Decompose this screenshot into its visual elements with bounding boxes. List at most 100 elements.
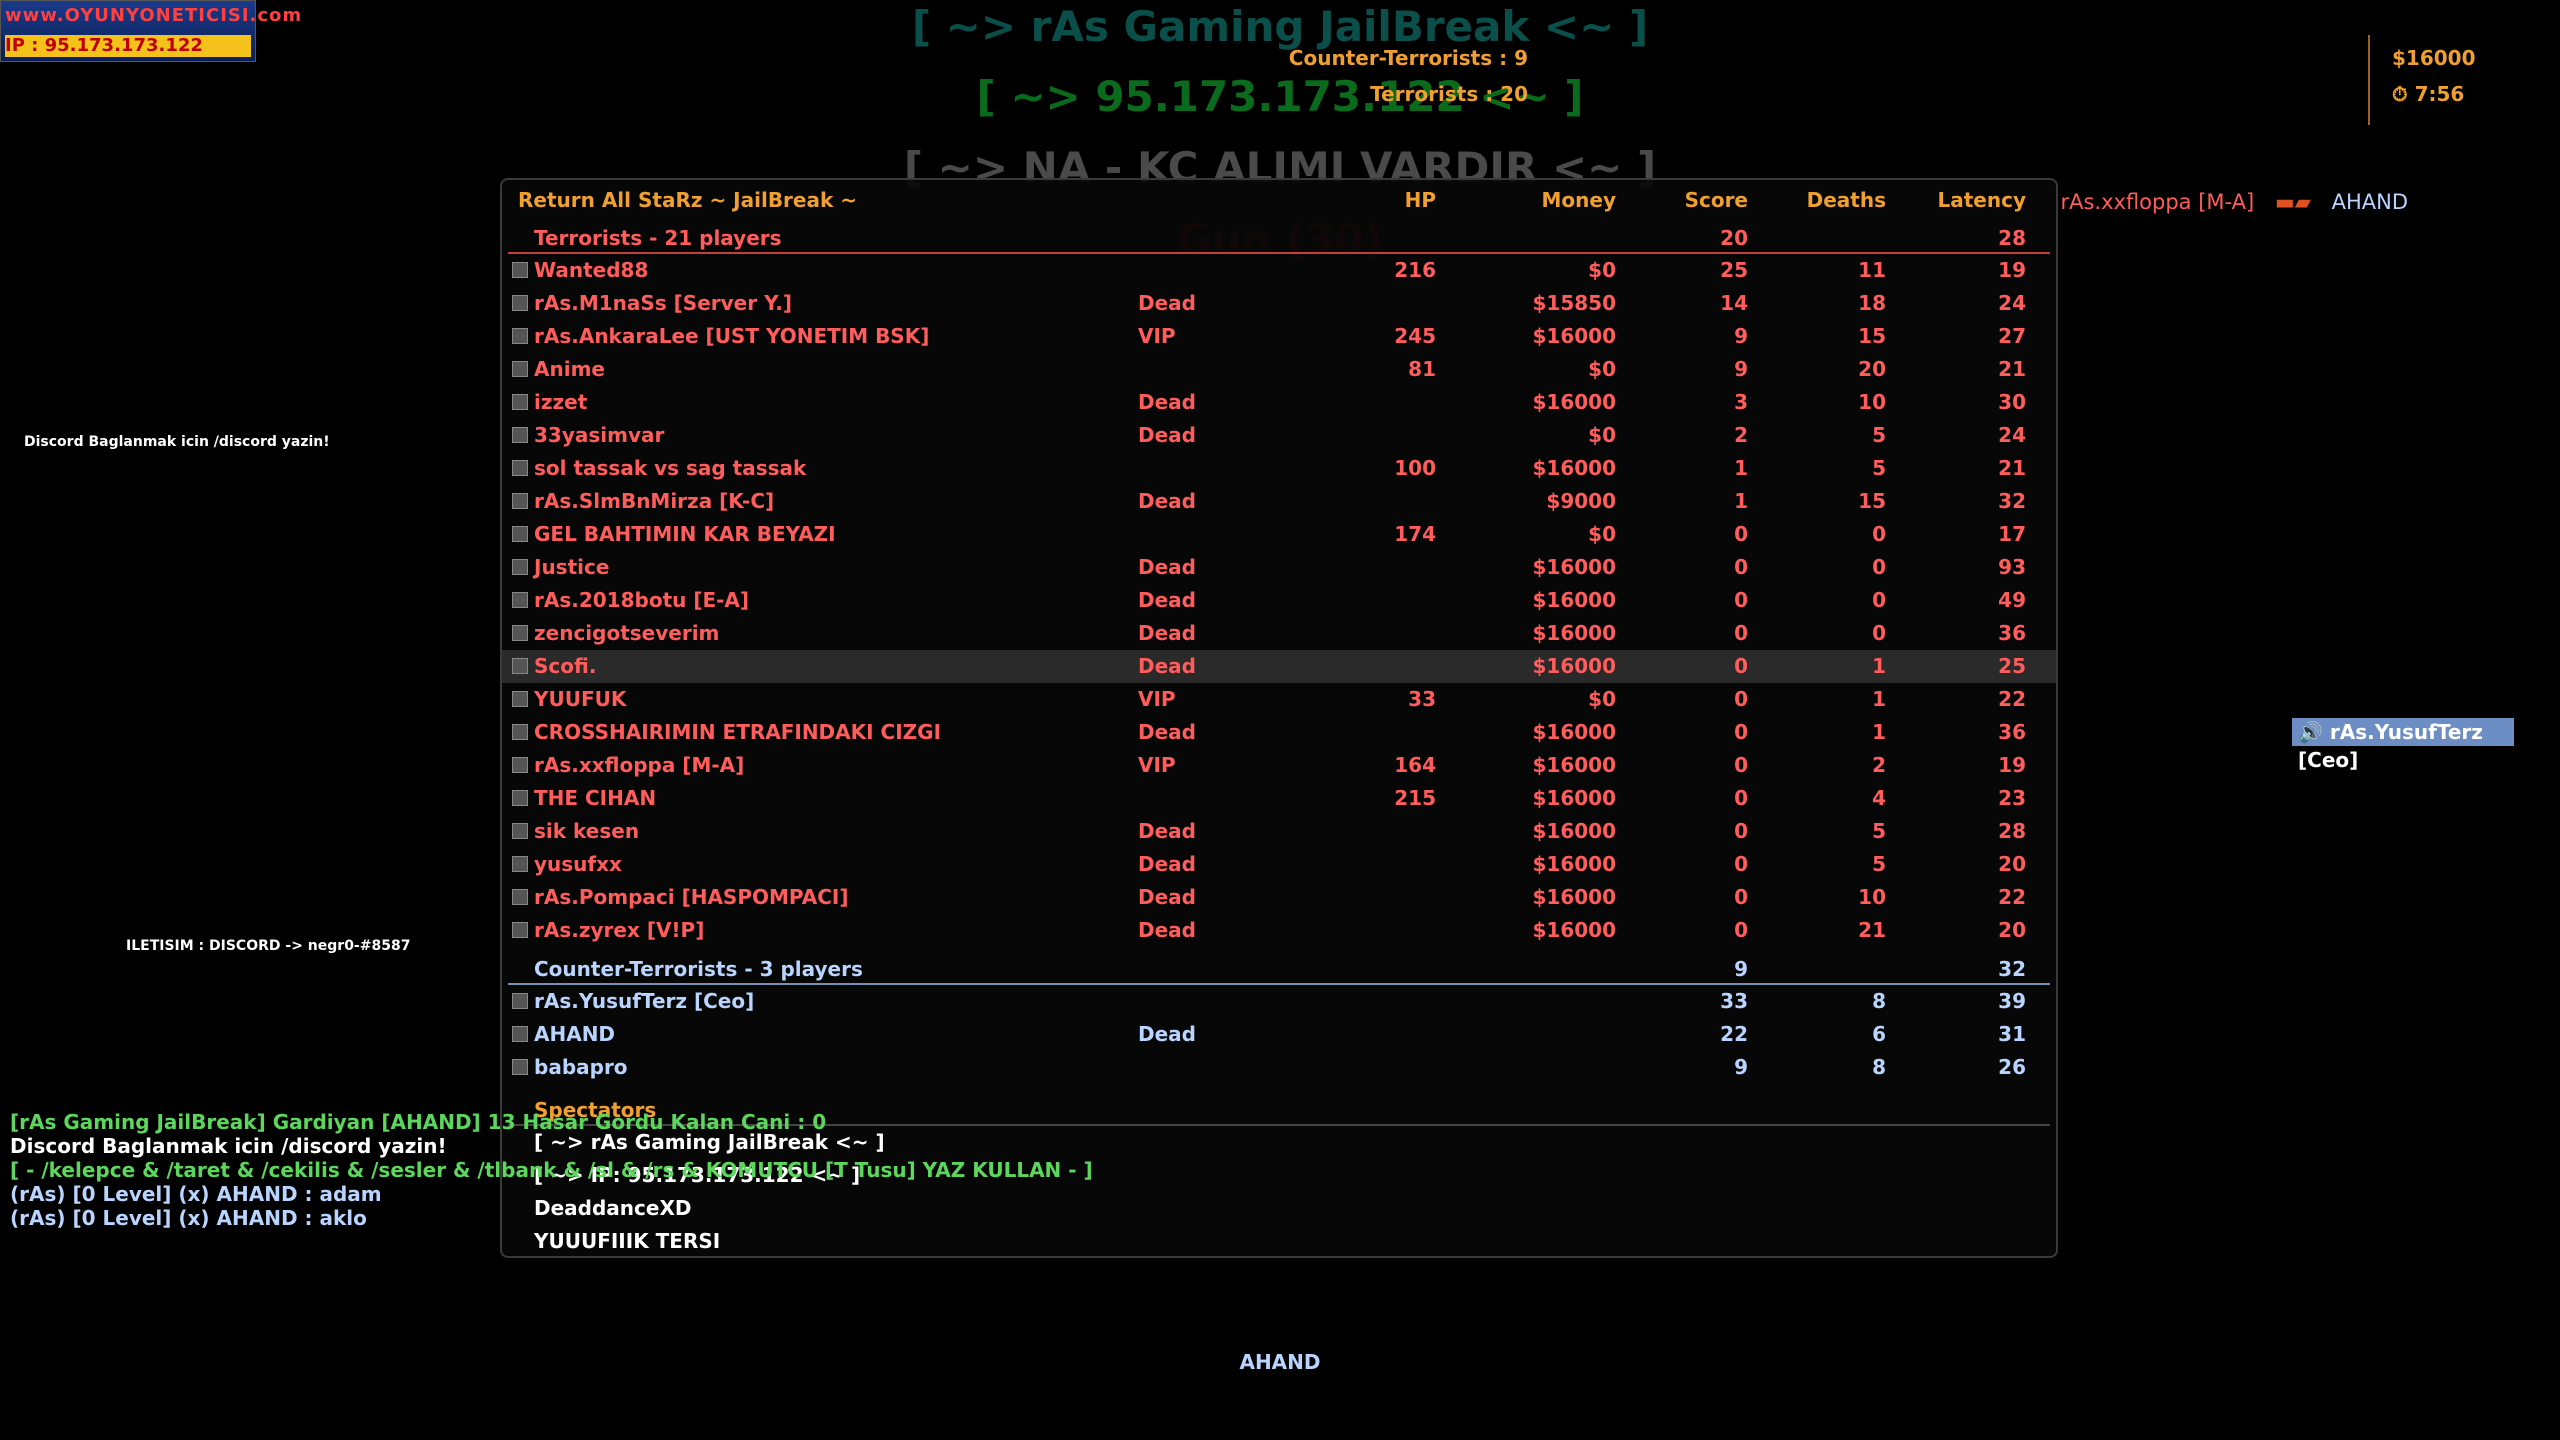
table-row: Wanted88 216 $0 25 11 19 bbox=[502, 254, 2056, 287]
player-money: $0 bbox=[1588, 258, 1616, 282]
avatar-icon bbox=[512, 889, 528, 905]
player-money: $16000 bbox=[1532, 852, 1617, 876]
player-name: babapro bbox=[534, 1055, 628, 1079]
player-score: 14 bbox=[1720, 291, 1748, 315]
player-latency: 25 bbox=[1998, 654, 2026, 678]
player-status: Dead bbox=[1138, 918, 1196, 942]
player-hp: 81 bbox=[1408, 357, 1436, 381]
player-score: 3 bbox=[1734, 390, 1748, 414]
player-money: $16000 bbox=[1532, 555, 1617, 579]
player-score: 0 bbox=[1734, 819, 1748, 843]
player-name: rAs.2018botu [E-A] bbox=[534, 588, 750, 612]
table-row: Justice Dead $16000 0 0 93 bbox=[502, 551, 2056, 584]
player-deaths: 6 bbox=[1872, 1022, 1886, 1046]
player-status: Dead bbox=[1138, 588, 1196, 612]
player-money: $16000 bbox=[1532, 786, 1617, 810]
player-money: $16000 bbox=[1532, 324, 1617, 348]
player-name: rAs.AnkaraLee [UST YONETIM BSK] bbox=[534, 324, 930, 348]
avatar-icon bbox=[512, 427, 528, 443]
hud-title-ip: [ ~> 95.173.173.122 <~ ] bbox=[976, 72, 1584, 121]
table-row: sol tassak vs sag tassak 100 $16000 1 5 21 bbox=[502, 452, 2056, 485]
player-latency: 26 bbox=[1998, 1055, 2026, 1079]
column-score: Score bbox=[1684, 188, 1748, 212]
player-score: 0 bbox=[1734, 753, 1748, 777]
column-latency: Latency bbox=[1937, 188, 2027, 212]
player-name: AHAND bbox=[534, 1022, 616, 1046]
chat-line: [ - /kelepce & /taret & /cekilis & /sesl… bbox=[10, 1158, 1093, 1182]
killfeed-killer: rAs.xxfloppa [M-A] bbox=[2060, 190, 2255, 214]
player-money: $16000 bbox=[2392, 46, 2476, 70]
player-latency: 27 bbox=[1998, 324, 2026, 348]
player-deaths: 5 bbox=[1872, 456, 1886, 480]
spectated-player-name: AHAND bbox=[1239, 1350, 1321, 1374]
player-score: 9 bbox=[1734, 1055, 1748, 1079]
player-latency: 20 bbox=[1998, 852, 2026, 876]
player-deaths: 8 bbox=[1872, 1055, 1886, 1079]
player-latency: 39 bbox=[1998, 989, 2026, 1013]
player-score: 1 bbox=[1734, 489, 1748, 513]
player-money: $0 bbox=[1588, 357, 1616, 381]
player-money: $16000 bbox=[1532, 588, 1617, 612]
speaker-icon: 🔊 bbox=[2298, 720, 2323, 744]
t-team-score: Terrorists : 20 bbox=[1370, 82, 1528, 106]
hud-title-server: [ ~> rAs Gaming JailBreak <~ ] bbox=[911, 2, 1649, 51]
hud-divider bbox=[2368, 35, 2370, 125]
player-latency: 19 bbox=[1998, 258, 2026, 282]
avatar-icon bbox=[512, 493, 528, 509]
player-deaths: 18 bbox=[1858, 291, 1886, 315]
player-latency: 36 bbox=[1998, 621, 2026, 645]
team-latency: 32 bbox=[1998, 957, 2026, 981]
player-latency: 36 bbox=[1998, 720, 2026, 744]
player-latency: 23 bbox=[1998, 786, 2026, 810]
player-latency: 17 bbox=[1998, 522, 2026, 546]
avatar-icon bbox=[512, 823, 528, 839]
player-score: 33 bbox=[1720, 989, 1748, 1013]
player-status: Dead bbox=[1138, 654, 1196, 678]
player-score: 0 bbox=[1734, 885, 1748, 909]
table-row: rAs.M1naSs [Server Y.] Dead $15850 14 18 24 bbox=[502, 287, 2056, 320]
table-row: GEL BAHTIMIN KAR BEYAZI 174 $0 0 0 17 bbox=[502, 518, 2056, 551]
player-deaths: 0 bbox=[1872, 522, 1886, 546]
server-name: Return All StaRz ~ JailBreak ~ bbox=[518, 188, 858, 212]
player-score: 0 bbox=[1734, 588, 1748, 612]
player-score: 9 bbox=[1734, 324, 1748, 348]
round-timer: ⏱ 7:56 bbox=[2392, 82, 2464, 106]
player-hp: 245 bbox=[1394, 324, 1436, 348]
player-deaths: 20 bbox=[1858, 357, 1886, 381]
avatar-icon bbox=[512, 460, 528, 476]
player-status: Dead bbox=[1138, 489, 1196, 513]
player-money: $16000 bbox=[1532, 621, 1617, 645]
player-deaths: 8 bbox=[1872, 989, 1886, 1013]
player-score: 0 bbox=[1734, 786, 1748, 810]
player-deaths: 21 bbox=[1858, 918, 1886, 942]
avatar-icon bbox=[512, 1026, 528, 1042]
player-money: $9000 bbox=[1546, 489, 1616, 513]
player-score: 22 bbox=[1720, 1022, 1748, 1046]
table-row: Scofi. Dead $16000 0 1 25 bbox=[502, 650, 2056, 683]
player-money: $0 bbox=[1588, 687, 1616, 711]
player-deaths: 10 bbox=[1858, 390, 1886, 414]
player-money: $16000 bbox=[1532, 456, 1617, 480]
player-money: $16000 bbox=[1532, 819, 1617, 843]
player-latency: 19 bbox=[1998, 753, 2026, 777]
player-status: Dead bbox=[1138, 1022, 1196, 1046]
chat-line: (rAs) [0 Level] (x) AHAND : aklo bbox=[10, 1206, 367, 1230]
avatar-icon bbox=[512, 757, 528, 773]
player-latency: 30 bbox=[1998, 390, 2026, 414]
player-name: THE CIHAN bbox=[534, 786, 657, 810]
table-row: rAs.SlmBnMirza [K-C] Dead $9000 1 15 32 bbox=[502, 485, 2056, 518]
rifle-icon: ▬▰ bbox=[2274, 190, 2311, 214]
player-deaths: 0 bbox=[1872, 588, 1886, 612]
column-money: Money bbox=[1541, 188, 1616, 212]
player-score: 1 bbox=[1734, 456, 1748, 480]
player-deaths: 1 bbox=[1872, 720, 1886, 744]
player-name: Anime bbox=[534, 357, 605, 381]
player-name: GEL BAHTIMIN KAR BEYAZI bbox=[534, 522, 836, 546]
player-latency: 22 bbox=[1998, 885, 2026, 909]
player-score: 0 bbox=[1734, 918, 1748, 942]
table-row: YUUFUK VIP 33 $0 0 1 22 bbox=[502, 683, 2056, 716]
killfeed-entry: rAs.xxfloppa [M-A] ▬▰ AHAND bbox=[2060, 190, 2408, 214]
table-row: 33yasimvar Dead $0 2 5 24 bbox=[502, 419, 2056, 452]
team-header: Counter-Terrorists - 3 players 9 32 bbox=[502, 953, 2056, 985]
player-status: Dead bbox=[1138, 852, 1196, 876]
